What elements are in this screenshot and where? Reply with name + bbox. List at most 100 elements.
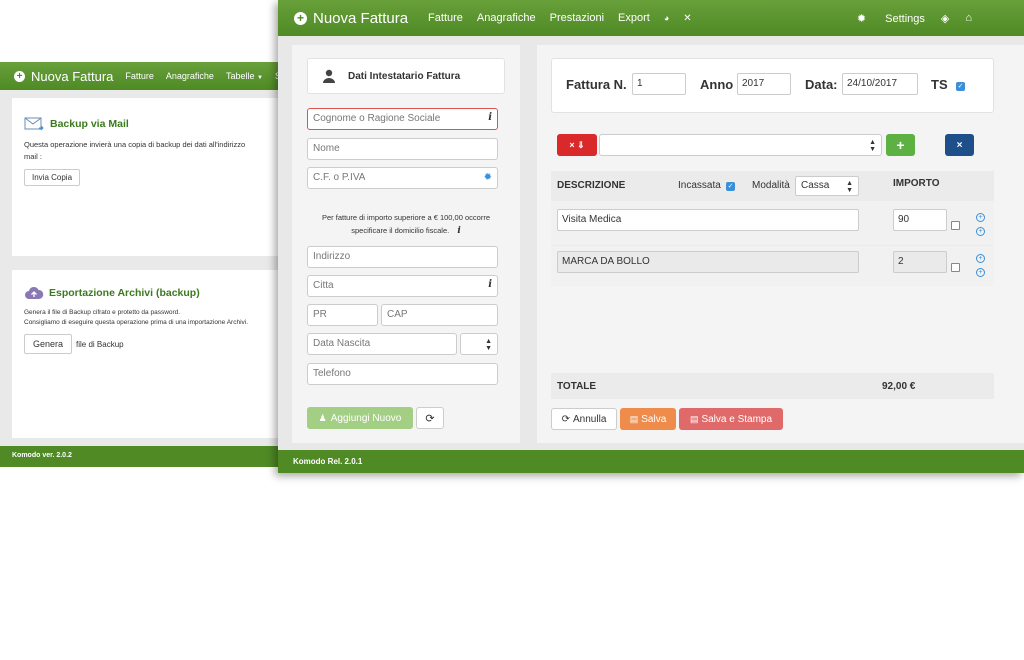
refresh-icon: ⟳ [561, 413, 571, 425]
export-actions: Genera file di Backup [24, 334, 280, 354]
phone-input[interactable]: Telefono [307, 363, 498, 385]
bg-brand-label: Nuova Fattura [31, 68, 114, 84]
row-amount-input[interactable]: 90 [893, 209, 947, 231]
plus-circle-icon: + [14, 70, 25, 82]
gear-icon[interactable]: ✹ [484, 172, 492, 184]
bg-nav-tabelle-label: Tabelle [225, 71, 255, 81]
cancel-button[interactable]: ⟳ Annulla [551, 408, 617, 430]
main-footer: Komodo Rel. 2.0.1 [278, 450, 1024, 473]
cancel-label: Annulla [573, 413, 607, 425]
backup-mail-description: Questa operazione invierà una copia di b… [24, 140, 246, 161]
caret-down-icon: ▼ [256, 75, 263, 81]
mode-label: Modalità [752, 180, 790, 191]
row-description-input[interactable]: MARCA DA BOLLO [557, 251, 859, 273]
add-new-button[interactable]: ♟ Aggiungi Nuovo [307, 407, 413, 429]
save-button[interactable]: ▤ Salva [620, 408, 676, 430]
fiscal-note-line2: specificare il domicilio fiscale. [351, 226, 450, 235]
bg-nav-fatture[interactable]: Fatture [125, 71, 154, 81]
invoice-number-input[interactable]: 1 [632, 73, 686, 95]
bg-nav-anagrafiche[interactable]: Anagrafiche [166, 71, 214, 81]
bg-nav-tabelle[interactable]: Tabelle ▼ [226, 71, 263, 81]
surname-placeholder: Cognome o Ragione Sociale [313, 113, 441, 124]
province-input[interactable]: PR [307, 304, 378, 326]
home-icon[interactable]: ⌂ [965, 12, 972, 24]
tools-icon[interactable]: ✕ [683, 13, 691, 24]
nav-export[interactable]: Export [618, 12, 650, 24]
nav-prestazioni[interactable]: Prestazioni [550, 12, 604, 24]
save-print-button[interactable]: ▤ Salva e Stampa [679, 408, 783, 430]
send-copy-button[interactable]: Invia Copia [24, 169, 81, 186]
ts-checkbox[interactable]: ✓ [956, 82, 965, 91]
zip-input[interactable]: CAP [381, 304, 498, 326]
nav-fatture[interactable]: Fatture [428, 12, 463, 24]
add-row-button[interactable]: + [886, 134, 915, 156]
add-new-label: Aggiungi Nuovo [330, 412, 402, 424]
export-line1: Genera il file di Backup cifrato e prote… [24, 309, 181, 316]
refresh-icon: ⟳ [425, 412, 435, 425]
total-value: 92,00 € [882, 381, 916, 392]
background-window: + Nuova Fattura Fatture Anagrafiche Tabe… [0, 62, 300, 467]
main-navbar: + Nuova Fattura Fatture Anagrafiche Pres… [278, 0, 1024, 36]
service-select[interactable]: ▲ ▼ [599, 134, 882, 156]
main-brand[interactable]: + Nuova Fattura [294, 10, 408, 27]
date-input[interactable]: 24/10/2017 [842, 73, 918, 95]
select-caret-icon: ▲ ▼ [869, 139, 876, 153]
paid-label: Incassata [678, 180, 721, 191]
surname-input[interactable]: Cognome o Ragione Sociale i [307, 108, 498, 130]
row-amount-input[interactable]: 2 [893, 251, 947, 273]
row-description-input[interactable]: Visita Medica [557, 209, 859, 231]
pie-chart-icon[interactable]: ◕ [664, 13, 669, 23]
paid-checkbox[interactable]: ✓ [726, 182, 735, 191]
export-line2: Consigliamo di eseguire questa operazion… [24, 319, 249, 326]
holder-panel: Dati Intestatario Fattura Cognome o Ragi… [292, 45, 520, 443]
save-icon: ▤ [629, 413, 639, 424]
fiscal-note: Per fatture di importo superiore a € 100… [307, 211, 505, 238]
plus-circle-icon: + [294, 11, 307, 25]
info-icon[interactable]: i [488, 279, 492, 291]
user-icon [323, 69, 335, 83]
total-row: TOTALE 92,00 € [551, 373, 994, 399]
nav-anagrafiche[interactable]: Anagrafiche [477, 12, 536, 24]
total-label: TOTALE [557, 381, 597, 392]
mode-select[interactable]: Cassa ▲ ▼ [795, 176, 859, 196]
address-input[interactable]: Indirizzo [307, 246, 498, 268]
info-icon[interactable]: i [457, 226, 460, 236]
tax-code-input[interactable]: C.F. o P.IVA ✹ [307, 167, 498, 189]
year-input[interactable]: 2017 [737, 73, 791, 95]
birth-date-input[interactable]: Data Nascita [307, 333, 457, 355]
generate-button[interactable]: Genera [24, 334, 73, 354]
gear-icon: ✹ [856, 12, 867, 25]
tag-icon[interactable]: ◈ [941, 12, 949, 25]
fiscal-note-line2-wrap: specificare il domicilio fiscale. i [307, 224, 505, 238]
plus-circle-icon[interactable]: + [976, 213, 985, 222]
row-checkbox[interactable] [951, 263, 960, 272]
select-caret-icon: ▲ ▼ [485, 338, 492, 352]
main-brand-label: Nuova Fattura [313, 9, 409, 27]
print-icon: ▤ [689, 413, 699, 424]
holder-header: Dati Intestatario Fattura [307, 58, 505, 94]
nav-settings[interactable]: ✹ Settings [841, 12, 925, 25]
tax-code-placeholder: C.F. o P.IVA [313, 172, 366, 183]
user-add-icon: ♟ [318, 412, 327, 423]
envelope-icon [24, 117, 44, 131]
plus-circle-icon[interactable]: + [976, 227, 985, 236]
invoice-panel: Fattura N. 1 Anno 2017 Data: 24/10/2017 … [537, 45, 1024, 443]
plus-circle-icon[interactable]: + [976, 254, 985, 263]
row-checkbox[interactable] [951, 221, 960, 230]
close-button[interactable]: × [945, 134, 974, 156]
refresh-button[interactable]: ⟳ [416, 407, 444, 429]
main-window: + Nuova Fattura Fatture Anagrafiche Pres… [278, 0, 1024, 473]
year-label: Anno [700, 77, 734, 92]
city-input[interactable]: Citta i [307, 275, 498, 297]
plus-circle-icon[interactable]: + [976, 268, 985, 277]
name-input[interactable]: Nome [307, 138, 498, 160]
backup-mail-title-text: Backup via Mail [50, 117, 129, 130]
birth-date-select[interactable]: ▲ ▼ [460, 333, 498, 355]
info-icon[interactable]: i [488, 112, 492, 124]
remove-row-button[interactable]: × ⇓ [557, 134, 597, 156]
backup-mail-title: Backup via Mail [24, 116, 280, 131]
save-print-label: Salva e Stampa [701, 413, 773, 425]
amount-header: IMPORTO [893, 178, 940, 189]
invoice-number-label: Fattura N. [566, 77, 627, 92]
bg-brand[interactable]: + Nuova Fattura [14, 69, 113, 84]
